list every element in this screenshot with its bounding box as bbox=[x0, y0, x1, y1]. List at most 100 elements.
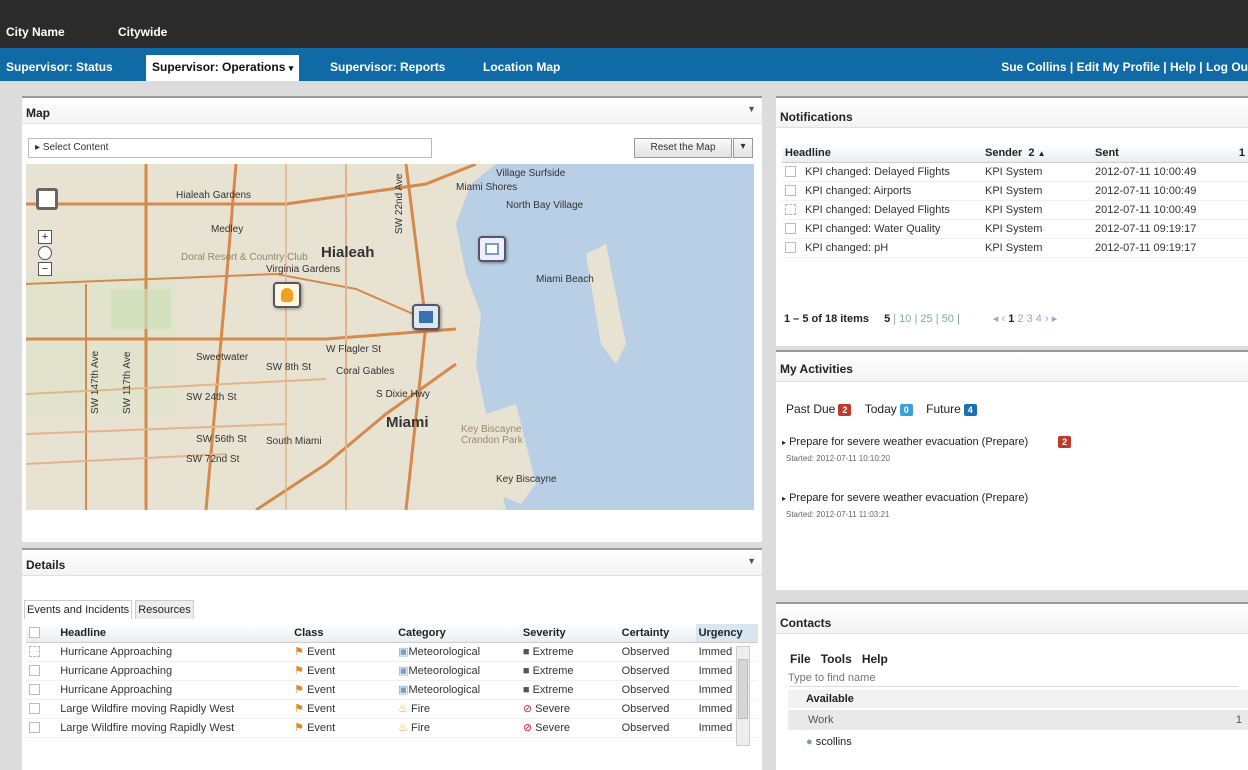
menu-help[interactable]: Help bbox=[862, 652, 888, 666]
tab-resources[interactable]: Resources bbox=[135, 600, 194, 619]
row-checkbox[interactable] bbox=[785, 223, 796, 235]
collapse-icon[interactable]: ▼ bbox=[747, 104, 756, 114]
cell-sender: KPI System bbox=[982, 200, 1092, 220]
menu-tools[interactable]: Tools bbox=[821, 652, 852, 666]
map-label: SW 117th Ave bbox=[122, 351, 133, 414]
contact-search-input[interactable] bbox=[788, 670, 1238, 687]
contact-name: scollins bbox=[815, 736, 852, 748]
next-page-icon[interactable]: › bbox=[1045, 313, 1049, 325]
city-name[interactable]: City Name bbox=[6, 25, 65, 39]
tab-supervisor-operations[interactable]: Supervisor: Operations ▾ bbox=[146, 55, 300, 81]
reset-menu-chevron-icon[interactable]: ▾ bbox=[733, 138, 753, 158]
cell-sent: 2012-07-11 10:00:49 bbox=[1092, 200, 1248, 220]
reset-map-button[interactable]: Reset the Map bbox=[634, 138, 732, 158]
pan-control-icon[interactable] bbox=[36, 188, 58, 210]
table-row[interactable]: KPI changed: pH KPI System 2012-07-11 09:1… bbox=[782, 238, 1248, 258]
severity-label: Extreme bbox=[532, 683, 574, 696]
table-row[interactable]: KPI changed: Delayed Flights KPI System 20… bbox=[782, 200, 1248, 220]
select-content-dropdown[interactable]: ▸ Select Content bbox=[28, 138, 432, 158]
extreme-severity-icon: ■ bbox=[522, 664, 530, 677]
collapse-icon[interactable]: ▼ bbox=[747, 556, 756, 566]
cell-sender: KPI System bbox=[982, 162, 1092, 182]
contact-group-work[interactable]: Work 1 bbox=[788, 710, 1248, 730]
cell-sender: KPI System bbox=[982, 219, 1092, 239]
table-row[interactable]: Hurricane Approaching ⚑ Event ▣Meteorolo… bbox=[26, 661, 758, 681]
column-header-sender[interactable]: Sender 2 ▲ bbox=[982, 144, 1092, 163]
column-header-class[interactable]: Class bbox=[291, 624, 396, 643]
page-link[interactable]: 1 bbox=[1008, 313, 1014, 325]
expand-icon[interactable]: ▸ bbox=[782, 438, 786, 447]
tab-location-map[interactable]: Location Map bbox=[483, 56, 560, 81]
map-panel-header: Map ▼ bbox=[22, 98, 762, 124]
page-link[interactable]: 3 bbox=[1027, 313, 1033, 325]
future-filter[interactable]: Future 4 bbox=[926, 402, 977, 416]
row-checkbox[interactable] bbox=[29, 684, 40, 696]
column-header-category[interactable]: Category bbox=[395, 624, 520, 643]
first-page-icon[interactable]: ◂ bbox=[993, 313, 999, 325]
table-row[interactable]: Hurricane Approaching ⚑ Event ▣Meteorolo… bbox=[26, 680, 758, 700]
row-checkbox[interactable] bbox=[29, 665, 40, 677]
page-size-option[interactable]: 25 bbox=[920, 313, 932, 325]
activity-item[interactable]: ▸ Prepare for severe weather evacuation … bbox=[782, 436, 1242, 463]
tab-events-incidents[interactable]: Events and Incidents bbox=[24, 600, 133, 619]
column-header-headline[interactable]: Headline bbox=[57, 624, 292, 643]
resource-marker-icon[interactable] bbox=[412, 304, 440, 330]
table-scrollbar[interactable] bbox=[736, 646, 750, 746]
column-header-sent[interactable]: Sent 1 bbox=[1092, 144, 1248, 163]
table-row[interactable]: KPI changed: Airports KPI System 2012-07-1… bbox=[782, 181, 1248, 201]
cell-class: ⚑ Event bbox=[291, 642, 396, 662]
row-checkbox[interactable] bbox=[785, 166, 796, 178]
page-size-option[interactable]: 50 bbox=[942, 313, 954, 325]
table-row[interactable]: KPI changed: Delayed Flights KPI System 20… bbox=[782, 162, 1248, 182]
last-page-icon[interactable]: ▸ bbox=[1052, 313, 1058, 325]
select-all-cell[interactable] bbox=[26, 624, 58, 643]
activity-item[interactable]: ▸ Prepare for severe weather evacuation … bbox=[782, 492, 1242, 519]
map-label: SW 56th St bbox=[196, 434, 247, 445]
help-link[interactable]: Help bbox=[1170, 60, 1196, 74]
past-due-filter[interactable]: Past Due 2 bbox=[786, 402, 852, 416]
row-checkbox[interactable] bbox=[785, 204, 796, 216]
column-header-certainty[interactable]: Certainty bbox=[618, 624, 696, 643]
cell-certainty: Observed bbox=[618, 661, 696, 681]
row-checkbox[interactable] bbox=[785, 242, 796, 254]
chevron-down-icon[interactable]: ▾ bbox=[289, 63, 294, 73]
column-header-urgency[interactable]: Urgency bbox=[695, 624, 758, 643]
zoom-in-icon[interactable]: + bbox=[38, 230, 52, 244]
logout-link[interactable]: Log Ou bbox=[1206, 60, 1248, 74]
fire-marker-icon[interactable] bbox=[273, 282, 301, 308]
zoom-out-icon[interactable]: − bbox=[38, 262, 52, 276]
expand-icon[interactable]: ▸ bbox=[782, 494, 786, 503]
tab-supervisor-reports[interactable]: Supervisor: Reports bbox=[330, 56, 445, 81]
scrollbar-thumb[interactable] bbox=[738, 659, 748, 719]
user-name-link[interactable]: Sue Collins bbox=[1001, 60, 1066, 74]
today-filter[interactable]: Today 0 bbox=[865, 402, 913, 416]
page-link[interactable]: 4 bbox=[1036, 313, 1042, 325]
select-all-checkbox[interactable] bbox=[29, 627, 40, 639]
zoom-reset-icon[interactable] bbox=[38, 246, 52, 260]
contact-item[interactable]: ● scollins bbox=[806, 736, 852, 748]
tab-supervisor-status[interactable]: Supervisor: Status bbox=[6, 56, 113, 81]
column-header-headline[interactable]: Headline bbox=[782, 144, 982, 163]
row-checkbox[interactable] bbox=[29, 722, 40, 734]
cell-certainty: Observed bbox=[618, 680, 696, 700]
table-row[interactable]: KPI changed: Water Quality KPI System 2012… bbox=[782, 219, 1248, 239]
prev-page-icon[interactable]: ‹ bbox=[1001, 313, 1005, 325]
weather-marker-icon[interactable] bbox=[478, 236, 506, 262]
row-checkbox[interactable] bbox=[29, 703, 40, 715]
page-link[interactable]: 2 bbox=[1017, 313, 1023, 325]
page-size-option[interactable]: 5 bbox=[884, 313, 890, 325]
table-row[interactable]: Large Wildfire moving Rapidly West ⚑ Eve… bbox=[26, 718, 758, 738]
row-checkbox[interactable] bbox=[29, 646, 40, 658]
edit-profile-link[interactable]: Edit My Profile bbox=[1077, 60, 1160, 74]
menu-file[interactable]: File bbox=[790, 652, 811, 666]
details-panel-header: Details ▼ bbox=[22, 550, 762, 576]
table-row[interactable]: Hurricane Approaching ⚑ Event ▣Meteorolo… bbox=[26, 642, 758, 662]
column-header-severity[interactable]: Severity bbox=[519, 624, 619, 643]
table-row[interactable]: Large Wildfire moving Rapidly West ⚑ Eve… bbox=[26, 699, 758, 719]
map-canvas[interactable]: + − Hialeah Gardens Medley Hialeah Doral… bbox=[26, 164, 754, 510]
cell-headline: KPI changed: Water Quality bbox=[802, 219, 982, 239]
scope-label[interactable]: Citywide bbox=[118, 25, 167, 39]
event-flag-icon: ⚑ bbox=[294, 646, 304, 658]
row-checkbox[interactable] bbox=[785, 185, 796, 197]
page-size-option[interactable]: 10 bbox=[899, 313, 911, 325]
